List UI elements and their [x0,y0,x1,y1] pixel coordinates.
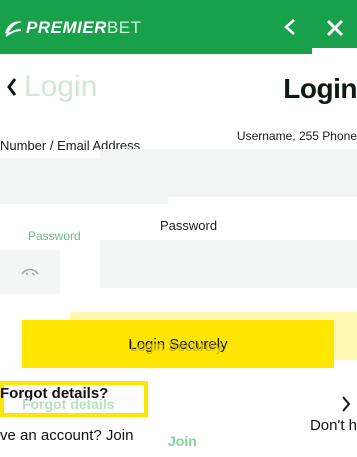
back-chevron-icon[interactable] [280,16,302,38]
premierbet-logo[interactable]: PREMIERBET [0,14,142,42]
close-icon [326,19,344,37]
page-title: Login [24,70,98,103]
header-tab-indicator [312,48,357,54]
password-label-ghost: Password [28,229,81,243]
join-link[interactable]: Join [168,433,197,449]
logo-text: PREMIERBET [26,18,142,37]
forgot-details-ghost: Forgot details [22,396,115,412]
page-title-right: Login [283,73,357,104]
login-heading-left: Login [6,70,97,104]
username-label-secondary: Username, 255 Phone [236,129,357,143]
back-arrow-icon[interactable] [6,75,18,99]
password-input[interactable] [0,250,60,294]
register-prompt: ve an account? Join [0,427,134,444]
username-input-secondary[interactable] [100,149,357,197]
register-prompt-secondary: Don't h [309,417,357,434]
app-header: PREMIERBET [0,0,357,54]
logo-icon [5,21,22,37]
scroll-chevron-icon[interactable] [341,395,351,413]
login-button-ghost-label: Login Securely [130,338,223,354]
close-button[interactable] [319,12,351,44]
password-label: Password [160,218,218,233]
eye-toggle-icon[interactable] [20,265,40,279]
password-input-secondary[interactable] [100,240,357,288]
